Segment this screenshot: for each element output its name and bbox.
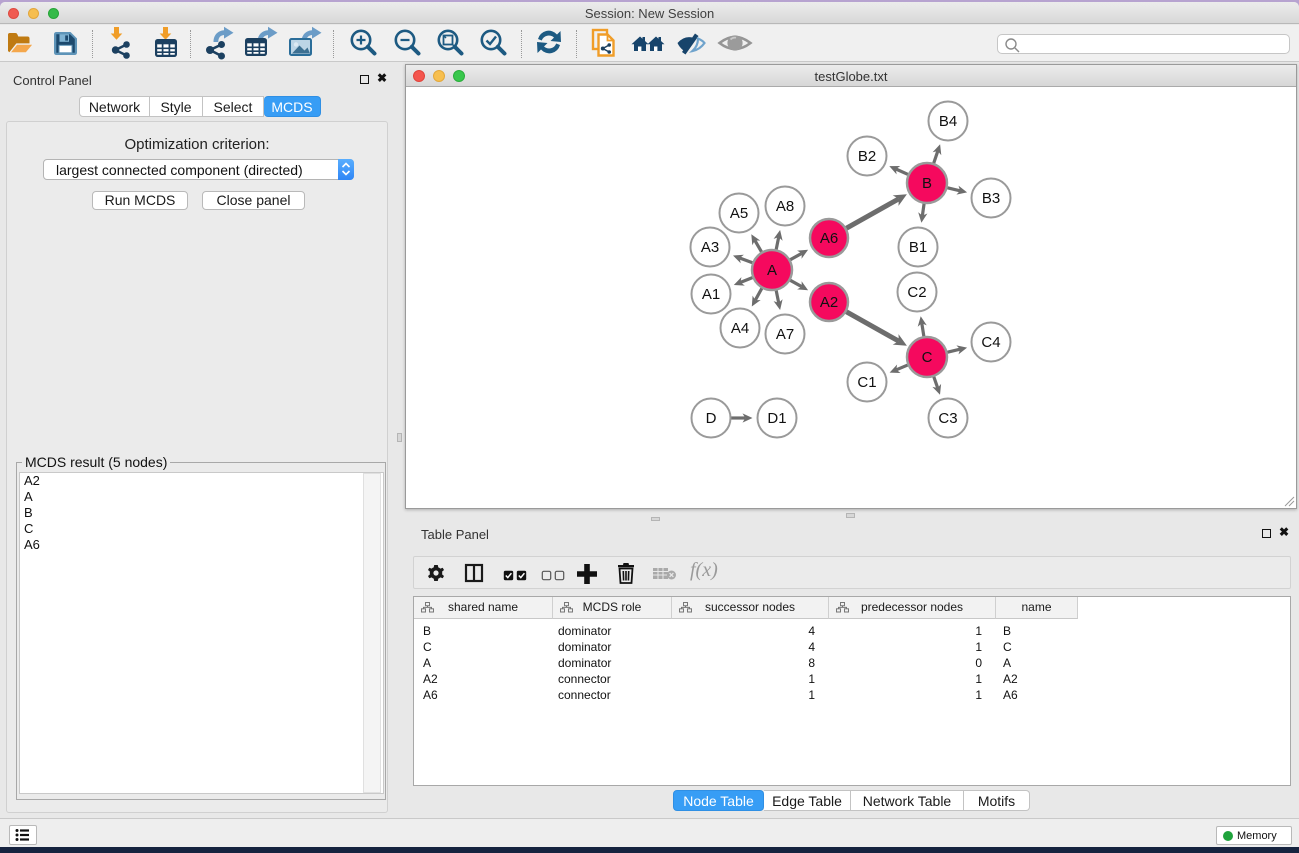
svg-text:A8: A8: [776, 198, 794, 215]
svg-text:A1: A1: [702, 286, 720, 303]
svg-text:D1: D1: [767, 410, 786, 427]
svg-text:B2: B2: [858, 148, 876, 165]
svg-text:B3: B3: [982, 190, 1000, 207]
svg-text:A: A: [767, 262, 777, 279]
svg-text:C: C: [922, 349, 933, 366]
svg-text:B: B: [922, 175, 932, 192]
svg-text:A2: A2: [820, 294, 838, 311]
svg-text:C4: C4: [981, 334, 1000, 351]
svg-text:A7: A7: [776, 326, 794, 343]
svg-text:A4: A4: [731, 320, 749, 337]
svg-text:A6: A6: [820, 230, 838, 247]
svg-text:A5: A5: [730, 205, 748, 222]
svg-text:B1: B1: [909, 239, 927, 256]
svg-text:C3: C3: [938, 410, 957, 427]
svg-text:B4: B4: [939, 113, 957, 130]
svg-text:C2: C2: [907, 284, 926, 301]
svg-text:A3: A3: [701, 239, 719, 256]
svg-text:C1: C1: [857, 374, 876, 391]
svg-text:D: D: [706, 410, 717, 427]
